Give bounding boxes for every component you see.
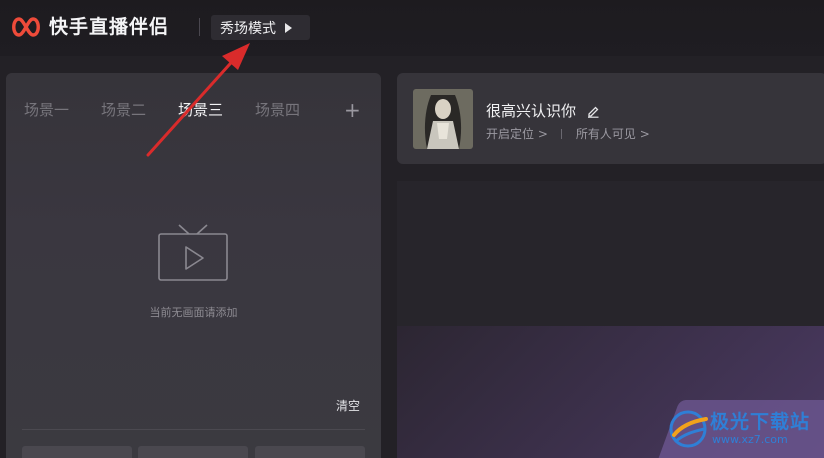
tab-scene-3[interactable]: 场景三 (178, 100, 223, 120)
top-bar: 快手直播伴侣 秀场模式 (0, 0, 824, 56)
profile-name-row: 很高兴认识你 (486, 100, 600, 121)
panel-divider (22, 429, 365, 430)
avatar-image (413, 89, 473, 149)
profile-meta: 开启定位 > 所有人可见 > (486, 125, 650, 142)
profile-name: 很高兴认识你 (486, 102, 577, 120)
clear-button[interactable]: 清空 (336, 397, 360, 414)
header-divider (199, 18, 200, 36)
source-tile[interactable] (22, 446, 132, 458)
profile-card: 很高兴认识你 开启定位 > 所有人可见 > (397, 73, 824, 164)
empty-state-text: 当前无画面请添加 (149, 306, 238, 319)
tab-scene-2[interactable]: 场景二 (101, 100, 146, 120)
tv-play-icon (158, 224, 228, 281)
tab-scene-1[interactable]: 场景一 (24, 100, 69, 120)
scene-panel: 场景一 场景二 场景三 场景四 + 当前无画面请添加 清空 (6, 73, 381, 458)
location-link[interactable]: 开启定位 > (486, 125, 548, 142)
watermark-title: 极光下载站 (710, 411, 811, 433)
visibility-link[interactable]: 所有人可见 > (576, 125, 650, 142)
live-preview[interactable] (397, 181, 824, 326)
pencil-icon[interactable] (586, 104, 600, 118)
meta-divider (560, 128, 562, 139)
show-mode-label: 秀场模式 (220, 20, 276, 37)
watermark-logo-icon (669, 410, 708, 448)
app-name: 快手直播伴侣 (49, 16, 170, 38)
avatar[interactable] (413, 89, 473, 149)
tab-scene-4[interactable]: 场景四 (255, 100, 300, 120)
kuaishou-logo-icon[interactable] (10, 14, 42, 40)
source-tile[interactable] (138, 446, 248, 458)
watermark-url: www.xz7.com (712, 433, 788, 446)
scene-tabs: 场景一 场景二 场景三 场景四 (24, 100, 332, 120)
caret-right-icon (285, 22, 292, 33)
watermark: 极光下载站 www.xz7.com (666, 403, 822, 455)
show-mode-button[interactable]: 秀场模式 (211, 15, 310, 40)
add-scene-button[interactable]: + (344, 100, 361, 120)
source-tile[interactable] (255, 446, 365, 458)
